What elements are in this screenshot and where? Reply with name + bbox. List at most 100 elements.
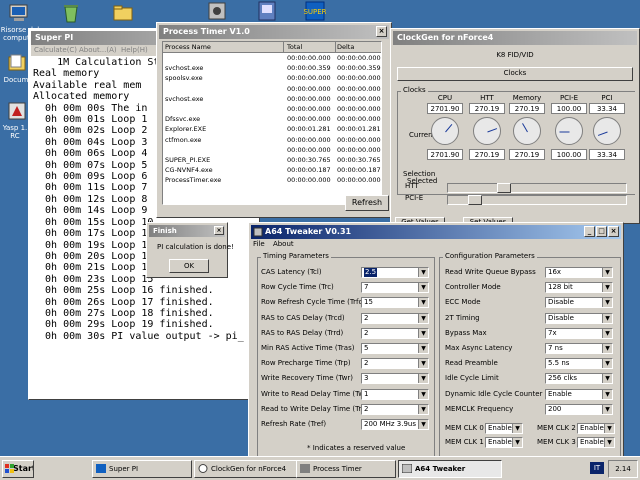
chevron-down-icon[interactable]: ▼ [602,344,612,353]
task-process-timer[interactable]: Process Timer [296,460,396,478]
table-row[interactable]: spoolsv.exe 00:00:00.000 00:00:00.000 [163,73,381,83]
timing-dropdown[interactable]: 2 ▼ [361,403,429,415]
timing-dropdown[interactable]: 2 ▼ [361,358,429,370]
chevron-down-icon[interactable]: ▼ [418,268,428,277]
chevron-down-icon[interactable]: ▼ [418,389,428,399]
a64-tweaker-window[interactable]: A64 Tweaker V0.31 _ □ × File About Timin… [248,222,624,460]
close-icon[interactable]: × [214,226,224,235]
timing-dropdown[interactable]: 7 ▼ [361,282,429,294]
process-list[interactable]: Process Name Total Delta 00:00:00.000 00:… [162,41,382,205]
process-timer-titlebar[interactable]: Process Timer V1.0 × [159,25,389,39]
chevron-down-icon[interactable]: ▼ [602,359,612,369]
config-dropdown[interactable]: Disable ▼ [545,297,613,309]
maximize-icon[interactable]: □ [596,226,607,237]
start-button[interactable]: Start [2,460,34,478]
clockgen-titlebar[interactable]: ClockGen for nForce4 [393,31,637,45]
minimize-icon[interactable]: _ [584,226,595,237]
config-dropdown[interactable]: 200 ▼ [545,403,613,415]
task-a64-tweaker[interactable]: A64 Tweaker [398,460,502,478]
config-dropdown[interactable]: Enable ▼ [545,388,613,400]
config-dropdown[interactable]: 5.5 ns ▼ [545,358,613,370]
column-header-delta[interactable]: Delta [337,42,381,52]
table-row[interactable]: 00:00:00.000 00:00:00.000 [163,104,381,114]
shortcut-icon[interactable] [206,0,228,22]
memclk-dropdown[interactable]: Enable ▼ [485,423,523,434]
timing-dropdown[interactable]: 2 ▼ [361,312,429,324]
table-row[interactable]: ProcessTimer.exe 00:00:00.000 00:00:00.000 [163,175,381,185]
chevron-down-icon[interactable]: ▼ [418,313,428,323]
timing-dropdown[interactable]: 3 ▼ [361,373,429,385]
chevron-down-icon[interactable]: ▼ [602,328,612,338]
config-dropdown[interactable]: 256 clks ▼ [545,373,613,385]
chevron-down-icon[interactable]: ▼ [512,424,522,433]
config-dropdown[interactable]: 7 ns ▼ [545,343,613,354]
pcie-slider[interactable] [447,195,627,205]
chevron-down-icon[interactable]: ▼ [418,344,428,353]
chevron-down-icon[interactable]: ▼ [602,313,612,323]
config-dropdown[interactable]: 7x ▼ [545,327,613,339]
memclk-dropdown[interactable]: Enable ▼ [577,437,615,448]
chevron-down-icon[interactable]: ▼ [602,298,612,308]
chevron-down-icon[interactable]: ▼ [418,283,428,293]
table-row[interactable]: CG-NVNF4.exe 00:00:00.187 00:00:00.187 [163,165,381,175]
memclk-dropdown[interactable]: Enable ▼ [577,423,615,434]
task-superpi[interactable]: Super PI [92,460,192,478]
shortcut-icon[interactable] [256,0,278,22]
refresh-button[interactable]: Refresh [345,195,389,211]
chevron-down-icon[interactable]: ▼ [418,420,428,429]
tray-clock[interactable]: 2.14 [615,465,631,473]
table-row[interactable]: ctfmon.exe 00:00:00.000 00:00:00.000 [163,135,381,145]
column-header-process-name[interactable]: Process Name [165,42,284,52]
timing-dropdown[interactable]: 5 ▼ [361,343,429,354]
chevron-down-icon[interactable]: ▼ [602,374,612,384]
chevron-down-icon[interactable]: ▼ [418,404,428,414]
menu-about[interactable]: About [273,240,294,248]
timing-dropdown[interactable]: 2 ▼ [361,327,429,339]
table-row[interactable]: svchost.exe 00:00:00.359 00:00:00.359 [163,63,381,73]
chevron-down-icon[interactable]: ▼ [602,283,612,293]
memclk-dropdown[interactable]: Enable ▼ [485,437,523,448]
chevron-down-icon[interactable]: ▼ [418,359,428,369]
chevron-down-icon[interactable]: ▼ [418,374,428,384]
chevron-down-icon[interactable]: ▼ [602,268,612,277]
finish-dialog[interactable]: Finish × PI calculation is done! OK [146,222,234,278]
chevron-down-icon[interactable]: ▼ [602,389,612,399]
chevron-down-icon[interactable]: ▼ [604,424,614,433]
a64-tweaker-titlebar[interactable]: A64 Tweaker V0.31 _ □ × [251,225,621,239]
htt-slider-thumb[interactable] [497,183,512,193]
close-icon[interactable]: × [376,26,387,37]
table-row[interactable]: Explorer.EXE 00:00:01.281 00:00:01.281 [163,124,381,134]
table-row[interactable]: 00:00:00.000 00:00:00.000 [163,53,381,63]
chevron-down-icon[interactable]: ▼ [418,298,428,308]
tab-clocks[interactable]: Clocks [397,67,633,81]
timing-dropdown[interactable]: 2.5 ▼ [361,267,429,278]
timing-dropdown[interactable]: 1 ▼ [361,388,429,400]
table-row[interactable]: Dfssvc.exe 00:00:00.000 00:00:00.000 [163,114,381,124]
chevron-down-icon[interactable]: ▼ [512,438,522,447]
folder-icon[interactable] [112,2,134,24]
table-row[interactable]: svchost.exe 00:00:00.000 00:00:00.000 [163,94,381,104]
menu-calculate[interactable]: Calculate(C) [34,45,77,56]
table-row[interactable]: SUPER_PI.EXE 00:00:30.765 00:00:30.765 [163,155,381,165]
finish-dialog-titlebar[interactable]: Finish × [149,225,225,237]
menu-about[interactable]: About...(A) [79,45,117,56]
clockgen-window[interactable]: ClockGen for nForce4 K8 FID/VID Clocks C… [390,28,640,227]
timing-dropdown[interactable]: 200 MHz 3.9us ▼ [361,419,429,430]
column-header-total[interactable]: Total [287,42,336,52]
table-row[interactable]: 00:00:00.000 00:00:00.000 [163,84,381,94]
chevron-down-icon[interactable]: ▼ [418,328,428,338]
menu-file[interactable]: File [253,240,265,248]
htt-slider[interactable] [447,183,627,193]
process-timer-window[interactable]: Process Timer V1.0 × Process Name Total … [156,22,392,218]
chevron-down-icon[interactable]: ▼ [602,404,612,414]
menu-help[interactable]: Help(H) [121,45,148,56]
superpi-shortcut-icon[interactable]: SUPER [304,0,326,22]
config-dropdown[interactable]: 128 bit ▼ [545,282,613,294]
config-dropdown[interactable]: 16x ▼ [545,267,613,278]
pcie-slider-thumb[interactable] [467,195,482,205]
language-indicator[interactable]: IT [590,462,604,474]
timing-dropdown[interactable]: 15 ▼ [361,297,429,309]
task-clockgen[interactable]: ClockGen for nForce4 [194,460,298,478]
chevron-down-icon[interactable]: ▼ [604,438,614,447]
table-row[interactable]: 00:00:00.000 00:00:00.000 [163,145,381,155]
